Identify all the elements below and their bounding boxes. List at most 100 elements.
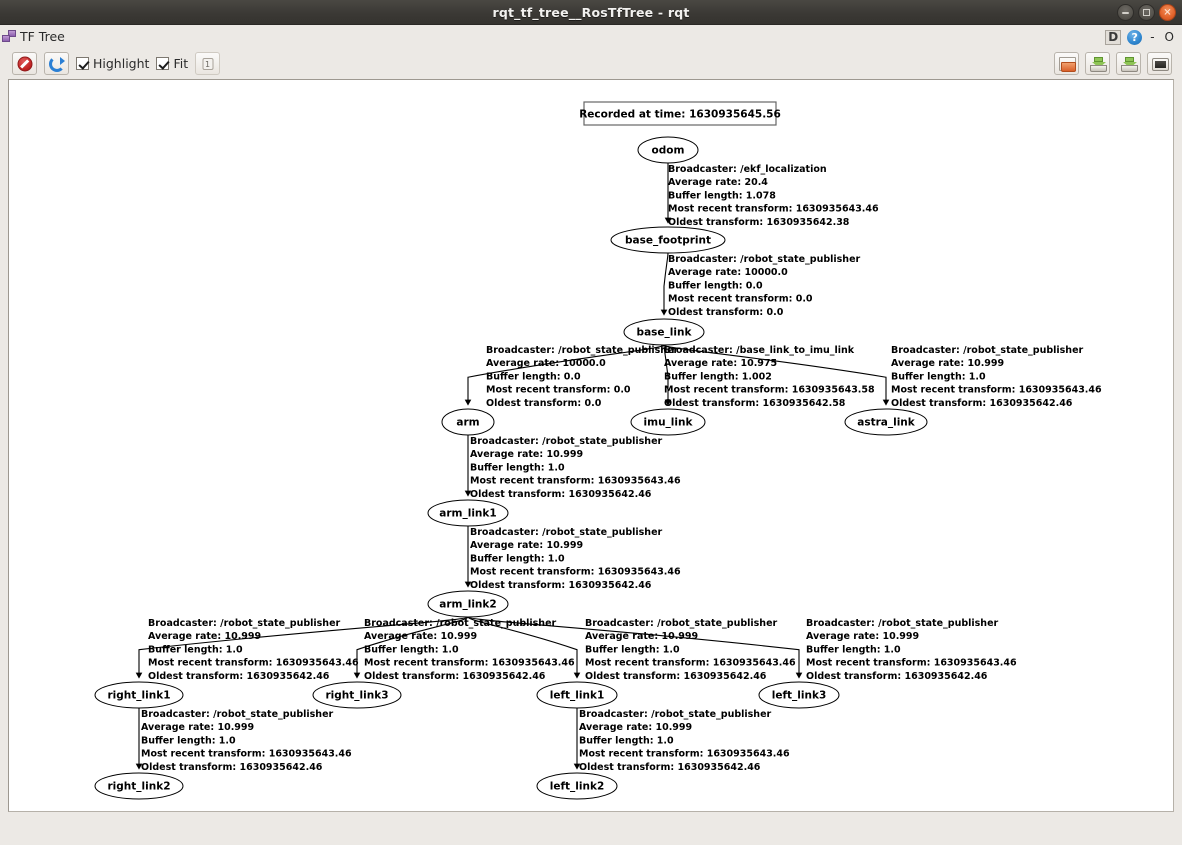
edge-info-line: Oldest transform: 1630935642.38 xyxy=(668,217,850,228)
graph-node-label: base_footprint xyxy=(625,235,711,247)
edge-info-line: Oldest transform: 0.0 xyxy=(668,307,784,318)
graph-edge-base_link-to-imu_link: Broadcaster: /base_link_to_imu_linkAvera… xyxy=(663,344,875,409)
maximize-button[interactable] xyxy=(1138,4,1155,21)
edge-info-line: Most recent transform: 1630935643.46 xyxy=(141,749,352,760)
graph-node-right_link2[interactable]: right_link2 xyxy=(94,772,184,800)
graph-node-imu_link[interactable]: imu_link xyxy=(630,408,706,436)
edge-info-line: Average rate: 10.999 xyxy=(141,722,254,733)
edge-info-line: Oldest transform: 1630935642.46 xyxy=(141,762,323,773)
refresh-icon xyxy=(48,55,65,72)
edge-info-line: Average rate: 10.999 xyxy=(579,722,692,733)
fit-checkbox[interactable]: Fit xyxy=(156,56,188,71)
edge-info-line: Most recent transform: 1630935643.46 xyxy=(148,658,359,669)
edge-info-line: Buffer length: 1.0 xyxy=(470,553,565,564)
edge-info-line: Broadcaster: /robot_state_publisher xyxy=(579,709,772,720)
minimize-button[interactable] xyxy=(1117,4,1134,21)
fit-checkbox-box[interactable] xyxy=(156,57,170,70)
zoom-stepper-value: 1 xyxy=(202,57,214,70)
edge-info-line: Oldest transform: 0.0 xyxy=(486,398,602,409)
edge-info-line: Average rate: 10.999 xyxy=(148,631,261,642)
toolbar-right-group xyxy=(1054,52,1172,75)
graph-node-right_link3[interactable]: right_link3 xyxy=(312,681,402,709)
graph-node-label: imu_link xyxy=(644,417,694,429)
edge-info-line: Buffer length: 0.0 xyxy=(486,371,581,382)
edge-info-line: Broadcaster: /robot_state_publisher xyxy=(891,345,1084,356)
graph-edge-arm_link2-to-right_link3: Broadcaster: /robot_state_publisherAvera… xyxy=(353,616,575,682)
refresh-button[interactable] xyxy=(44,52,69,75)
edge-info-line: Broadcaster: /robot_state_publisher xyxy=(470,436,663,447)
graph-edges: Broadcaster: /ekf_localization Average ra… xyxy=(135,163,1102,773)
edge-info-line: Buffer length: 1.0 xyxy=(148,644,243,655)
dock-close-button[interactable]: O xyxy=(1163,30,1176,44)
edge-info-line: Oldest transform: 1630935642.46 xyxy=(148,671,330,682)
recorded-time-banner: Recorded at time: 1630935645.56 xyxy=(579,101,781,126)
open-button[interactable] xyxy=(1054,52,1079,75)
edge-info-line: Broadcaster: /robot_state_publisher xyxy=(668,254,861,265)
dock-float-button[interactable]: D xyxy=(1105,29,1122,45)
recorded-time-text: Recorded at time: 1630935645.56 xyxy=(579,109,781,121)
edge-info-line: Oldest transform: 1630935642.46 xyxy=(364,671,546,682)
edge-info-line: Buffer length: 1.0 xyxy=(891,371,986,382)
edge-info-line: Oldest transform: 1630935642.46 xyxy=(585,671,767,682)
fullscreen-button[interactable] xyxy=(1147,52,1172,75)
tf-tree-canvas[interactable]: Broadcaster: /ekf_localization Average ra… xyxy=(8,79,1174,812)
graph-node-left_link2[interactable]: left_link2 xyxy=(536,772,618,800)
edge-info-line: Buffer length: 1.0 xyxy=(585,644,680,655)
highlight-checkbox[interactable]: Highlight xyxy=(76,56,149,71)
edge-info-line: Broadcaster: /robot_state_publisher xyxy=(148,618,341,629)
edge-info-line: Most recent transform: 0.0 xyxy=(668,294,813,305)
close-button[interactable]: ✕ xyxy=(1159,4,1176,21)
display-icon xyxy=(1152,58,1169,71)
edge-info-line: Average rate: 10.999 xyxy=(806,631,919,642)
toolbar: Highlight Fit 1 xyxy=(0,49,1182,79)
graph-node-base_link[interactable]: base_link xyxy=(623,318,705,346)
help-icon[interactable]: ? xyxy=(1127,29,1143,45)
window-titlebar: rqt_tf_tree__RosTfTree - rqt ✕ xyxy=(0,0,1182,25)
graph-node-arm_link1[interactable]: arm_link1 xyxy=(427,499,509,527)
graph-edge-base_link-to-arm: Broadcaster: /robot_state_publisher Avera… xyxy=(464,344,679,409)
graph-edge-left_link1-to-left_link2: Broadcaster: /robot_state_publisher Avera… xyxy=(573,708,790,773)
edge-info-line: Broadcaster: /robot_state_publisher xyxy=(806,618,999,629)
toolbar-left-group: Highlight Fit 1 xyxy=(12,52,221,75)
edge-info-line: Average rate: 10000.0 xyxy=(668,267,788,278)
graph-node-right_link1[interactable]: right_link1 xyxy=(94,681,184,709)
fit-label: Fit xyxy=(173,56,189,71)
graph-node-label: odom xyxy=(652,145,685,157)
highlight-checkbox-box[interactable] xyxy=(76,57,89,70)
zoom-stepper[interactable]: 1 xyxy=(195,52,221,75)
graph-node-base_footprint[interactable]: base_footprint xyxy=(610,226,726,254)
graph-node-label: arm xyxy=(456,417,479,429)
edge-info-line: Buffer length: 1.0 xyxy=(364,644,459,655)
edge-info-line: Average rate: 10.999 xyxy=(470,449,583,460)
graph-node-arm_link2[interactable]: arm_link2 xyxy=(427,590,509,618)
edge-info-line: Buffer length: 1.0 xyxy=(470,462,565,473)
edge-info-line: Broadcaster: /ekf_localization xyxy=(668,164,827,175)
graph-node-left_link1[interactable]: left_link1 xyxy=(536,681,618,709)
graph-node-arm[interactable]: arm xyxy=(441,408,495,436)
dock-controls: D ? - O xyxy=(1105,25,1176,49)
edge-info-line: Oldest transform: 1630935642.46 xyxy=(891,398,1073,409)
edge-info-line: Most recent transform: 1630935643.58 xyxy=(664,385,875,396)
graph-node-label: left_link3 xyxy=(772,690,827,702)
edge-info-line: Oldest transform: 1630935642.46 xyxy=(806,671,988,682)
window-controls: ✕ xyxy=(1117,4,1176,21)
graph-node-label: right_link1 xyxy=(108,690,171,702)
edge-info-line: Buffer length: 1.0 xyxy=(806,644,901,655)
edge-info-line: Most recent transform: 1630935643.46 xyxy=(364,658,575,669)
edge-info-line: Most recent transform: 1630935643.46 xyxy=(470,567,681,578)
graph-node-left_link3[interactable]: left_link3 xyxy=(758,681,840,709)
save-dot-icon xyxy=(1090,57,1107,72)
edge-info-line: Broadcaster: /robot_state_publisher xyxy=(141,709,334,720)
graph-edge-right_link1-to-right_link2: Broadcaster: /robot_state_publisher Avera… xyxy=(135,708,352,773)
dock-minimize-button[interactable]: - xyxy=(1148,30,1156,44)
edge-info-line: Oldest transform: 1630935642.46 xyxy=(470,489,652,500)
graph-node-odom[interactable]: odom xyxy=(637,136,699,164)
save-image-button[interactable] xyxy=(1116,52,1141,75)
edge-info-line: Oldest transform: 1630935642.46 xyxy=(579,762,761,773)
graph-node-astra_link[interactable]: astra_link xyxy=(844,408,928,436)
save-dot-button[interactable] xyxy=(1085,52,1110,75)
edge-info-line: Most recent transform: 1630935643.46 xyxy=(470,476,681,487)
edge-info-line: Buffer length: 1.078 xyxy=(668,190,776,201)
stop-button[interactable] xyxy=(12,52,37,75)
edge-info-line: Oldest transform: 1630935642.46 xyxy=(470,580,652,591)
